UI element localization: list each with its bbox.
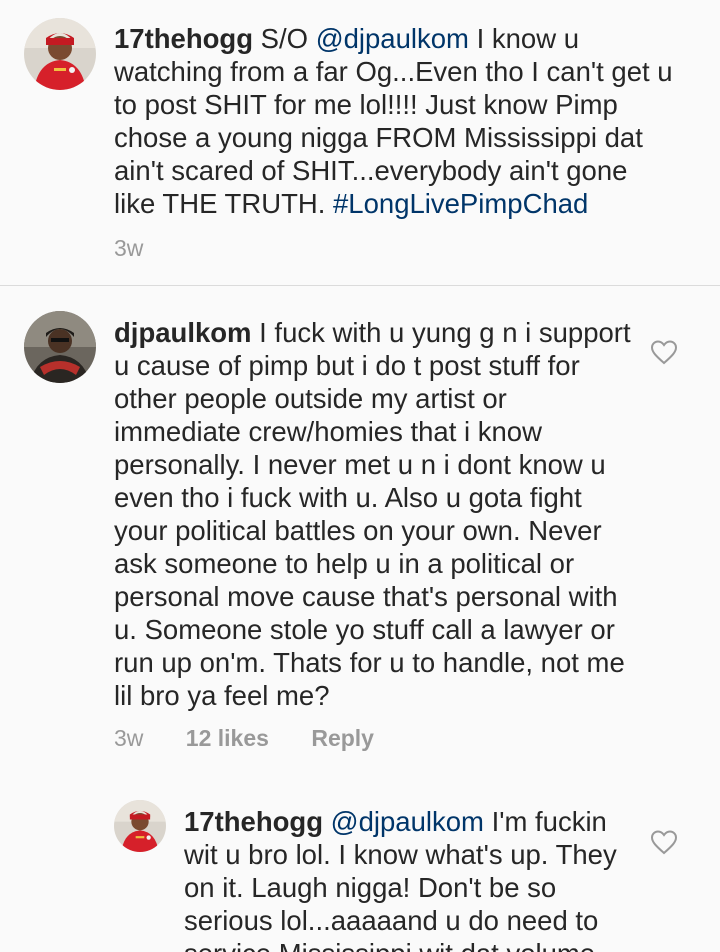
comment-prefix: S/O	[253, 23, 316, 54]
comment-body: I fuck with u yung g n i support u cause…	[114, 317, 631, 711]
timestamp: 3w	[114, 725, 144, 751]
username[interactable]: 17thehogg	[114, 23, 253, 54]
mention-link[interactable]: @djpaulkom	[331, 806, 484, 837]
comments-screen: 17thehogg S/O @djpaulkom I know u watchi…	[0, 0, 720, 952]
likes-count[interactable]: 12 likes	[186, 725, 269, 751]
reply-button[interactable]: Reply	[311, 725, 374, 751]
comment-meta: 3w 12 likes Reply	[114, 725, 374, 752]
avatar[interactable]	[114, 800, 166, 852]
username[interactable]: djpaulkom	[114, 317, 252, 348]
comment-3-reply: 17thehogg @djpaulkom I'm fuckin wit u br…	[0, 786, 720, 952]
avatar[interactable]	[24, 18, 96, 90]
timestamp: 3w	[114, 235, 144, 261]
username[interactable]: 17thehogg	[184, 806, 323, 837]
mention-link[interactable]: @djpaulkom	[316, 23, 469, 54]
comment-text: 17thehogg S/O @djpaulkom I know u watchi…	[114, 22, 674, 220]
heart-outline-icon[interactable]	[650, 829, 678, 855]
heart-outline-icon[interactable]	[650, 339, 678, 365]
comment-text: djpaulkom I fuck with u yung g n i suppo…	[114, 316, 634, 712]
hashtag-link[interactable]: #LongLivePimpChad	[333, 188, 588, 219]
comment-text: 17thehogg @djpaulkom I'm fuckin wit u br…	[184, 805, 634, 952]
avatar[interactable]	[24, 311, 96, 383]
comment-meta: 3w	[114, 235, 143, 262]
comment-2: djpaulkom I fuck with u yung g n i suppo…	[0, 286, 720, 786]
comment-1: 17thehogg S/O @djpaulkom I know u watchi…	[0, 0, 720, 285]
